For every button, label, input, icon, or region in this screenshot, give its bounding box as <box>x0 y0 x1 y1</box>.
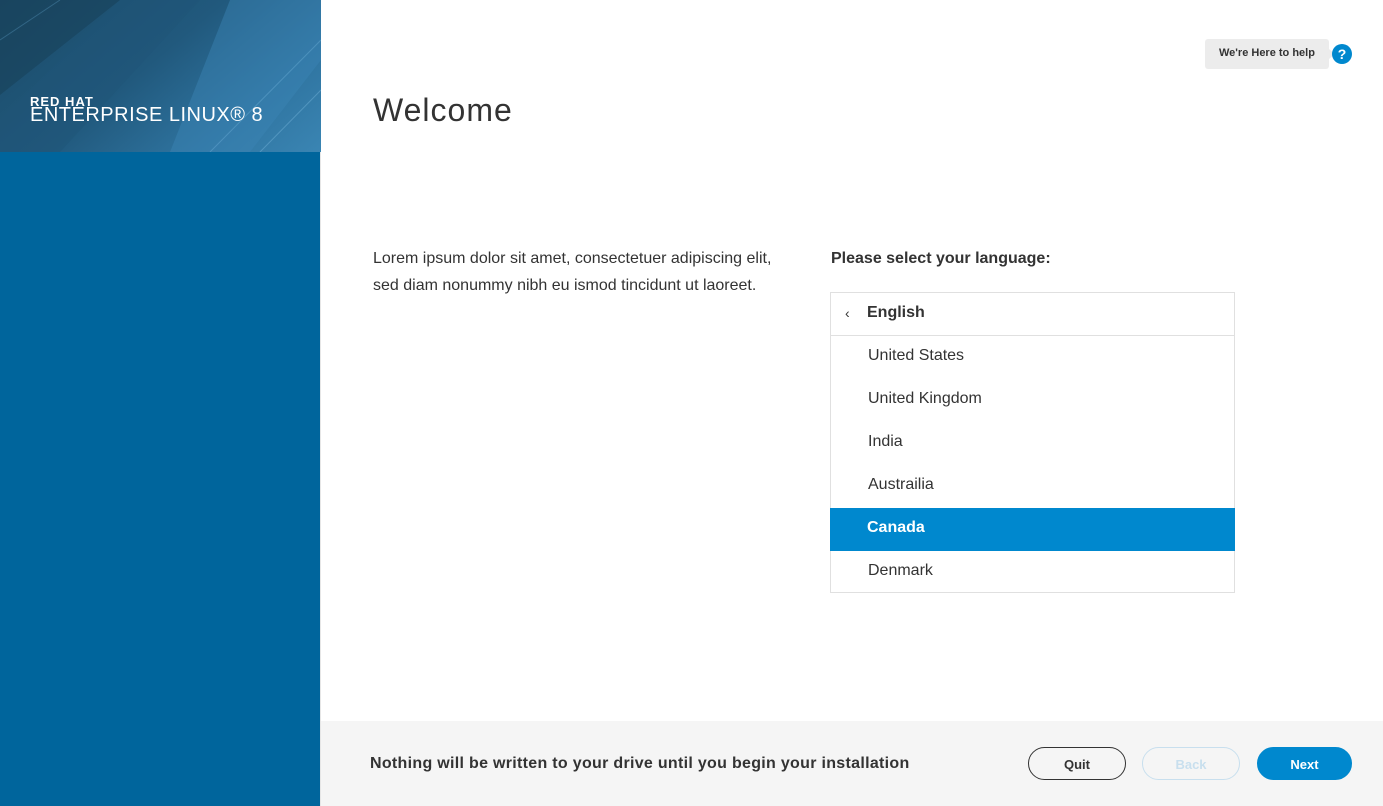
brand-decoration <box>0 0 321 152</box>
language-group-label: English <box>867 304 925 321</box>
language-list: ‹ English United States United Kingdom I… <box>830 292 1235 593</box>
language-option-austrailia[interactable]: Austrailia <box>831 465 1234 508</box>
help-icon[interactable]: ? <box>1332 44 1352 64</box>
language-option-label: India <box>868 433 903 450</box>
intro-text: Lorem ipsum dolor sit amet, consectetuer… <box>373 250 772 294</box>
language-option-label: Denmark <box>868 562 933 579</box>
language-group-english[interactable]: ‹ English <box>831 293 1234 336</box>
language-option-united-kingdom[interactable]: United Kingdom <box>831 379 1234 422</box>
language-option-india[interactable]: India <box>831 422 1234 465</box>
language-option-label: United States <box>868 347 965 364</box>
help-tooltip: We're Here to help <box>1205 39 1335 69</box>
language-option-united-states[interactable]: United States <box>831 336 1234 379</box>
language-option-label: Austrailia <box>868 476 934 493</box>
language-option-denmark[interactable]: Denmark <box>831 551 1234 594</box>
sidebar: RED HAT ENTERPRISE LINUX® 8 <box>0 0 321 806</box>
brand-banner: RED HAT ENTERPRISE LINUX® 8 <box>0 0 321 152</box>
quit-button[interactable]: Quit <box>1028 747 1126 780</box>
chevron-left-icon[interactable]: ‹ <box>845 305 850 321</box>
footer-note: Nothing will be written to your drive un… <box>370 755 910 772</box>
language-option-label: United Kingdom <box>868 390 982 407</box>
main-panel: We're Here to help ? Welcome Lorem ipsum… <box>321 0 1383 806</box>
language-label: Please select your language: <box>831 250 1051 267</box>
language-option-canada[interactable]: Canada <box>830 508 1235 551</box>
page-title: Welcome <box>373 92 513 128</box>
language-option-label: Canada <box>867 519 925 536</box>
next-button[interactable]: Next <box>1257 747 1352 780</box>
footer-bar: Nothing will be written to your drive un… <box>321 721 1383 806</box>
brand-logo-line2: ENTERPRISE LINUX® 8 <box>30 104 264 126</box>
back-button[interactable]: Back <box>1142 747 1240 780</box>
